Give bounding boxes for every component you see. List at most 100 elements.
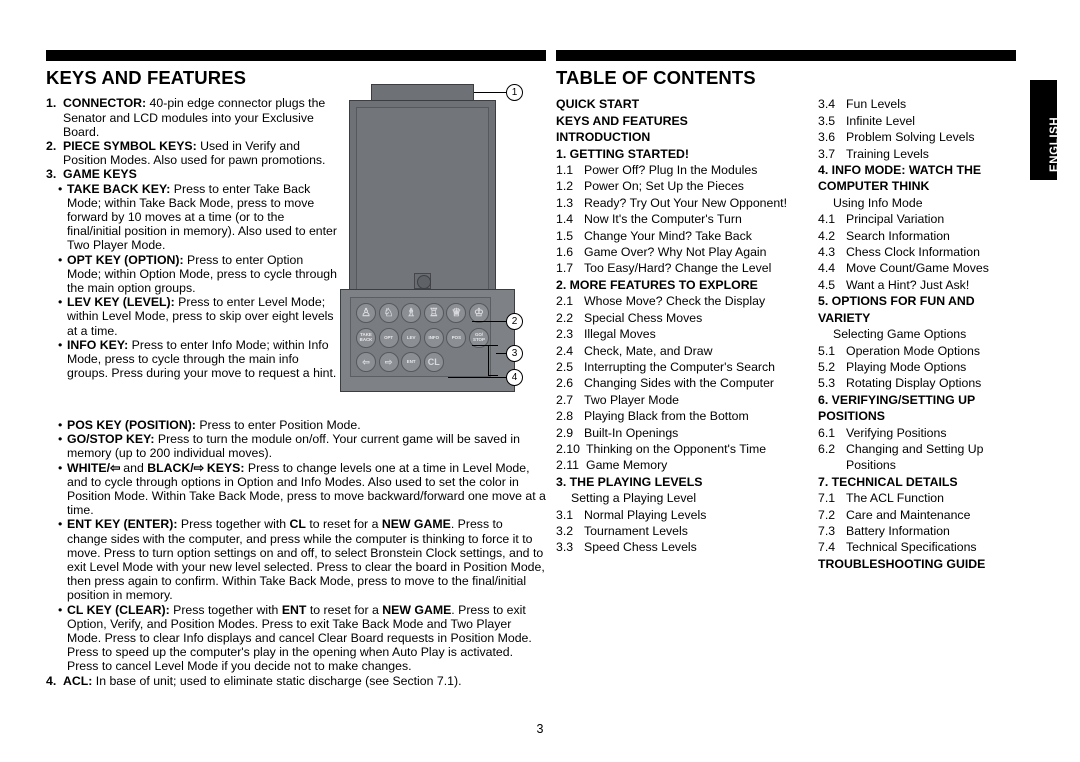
toc-subheading[interactable]: Using Info Mode bbox=[818, 195, 1018, 211]
toc-entry[interactable]: 2.8 Playing Black from the Bottom bbox=[556, 408, 814, 424]
toc-entry-title: Too Easy/Hard? Change the Level bbox=[584, 261, 772, 276]
toc-entry[interactable]: 7.3 Battery Information bbox=[818, 523, 1018, 539]
toc-entry[interactable]: 3.3 Speed Chess Levels bbox=[556, 539, 814, 555]
keys-and-features-body: 1. CONNECTOR: 40-pin edge connector plugs… bbox=[46, 96, 338, 380]
toc-entry-title: Special Chess Moves bbox=[584, 310, 703, 325]
toc-entry-title: Rotating Display Options bbox=[846, 376, 982, 391]
toc-heading[interactable]: 2. MORE FEATURES TO EXPLORE bbox=[556, 277, 814, 293]
toc-entry[interactable]: 3.6 Problem Solving Levels bbox=[818, 129, 1018, 145]
toc-entry-number: 5.2 bbox=[818, 359, 836, 374]
bullet-item: • INFO KEY: Press to enter Info Mode; wit… bbox=[46, 338, 338, 381]
toc-entry[interactable]: 4.2 Search Information bbox=[818, 228, 1018, 244]
toc-heading[interactable]: 6. VERIFYING/SETTING UP POSITIONS bbox=[818, 392, 1018, 425]
toc-entry-title: Problem Solving Levels bbox=[846, 130, 975, 145]
toc-subheading[interactable]: Setting a Playing Level bbox=[556, 490, 814, 506]
toc-entry-number: 3.4 bbox=[818, 97, 836, 112]
toc-entry-title: Interrupting the Computer's Search bbox=[584, 359, 775, 374]
toc-heading[interactable]: 4. INFO MODE: WATCH THE COMPUTER THINK bbox=[818, 162, 1018, 195]
toc-heading[interactable]: 1. GETTING STARTED! bbox=[556, 146, 814, 162]
toc-entry[interactable]: 2.11 Game Memory bbox=[556, 457, 814, 473]
toc-entry[interactable]: 2.3 Illegal Moves bbox=[556, 326, 814, 342]
piece-key-2[interactable]: ♗ bbox=[401, 303, 422, 323]
toc-entry[interactable]: 6.2 Changing and Setting Up Positions bbox=[818, 441, 1018, 474]
toc-entry[interactable]: 5.2 Playing Mode Options bbox=[818, 359, 1018, 375]
game-key-0[interactable]: TAKE BACK bbox=[356, 328, 376, 348]
toc-heading[interactable]: 3. THE PLAYING LEVELS bbox=[556, 474, 814, 490]
toc-entry-number: 2.9 bbox=[556, 425, 574, 440]
left-header-rule bbox=[46, 50, 546, 61]
toc-entry-number: 3.5 bbox=[818, 113, 836, 128]
toc-entry[interactable]: 1.6 Game Over? Why Not Play Again bbox=[556, 244, 814, 260]
item-marker: 3. bbox=[46, 167, 57, 182]
toc-entry[interactable]: 3.1 Normal Playing Levels bbox=[556, 507, 814, 523]
toc-entry-number: 4.1 bbox=[818, 212, 836, 227]
toc-entry[interactable]: 7.2 Care and Maintenance bbox=[818, 507, 1018, 523]
piece-key-1[interactable]: ♘ bbox=[378, 303, 399, 323]
toc-entry-title: Tournament Levels bbox=[584, 523, 688, 538]
game-key-2[interactable]: LEV bbox=[401, 328, 422, 348]
toc-entry-title: Illegal Moves bbox=[584, 327, 656, 342]
toc-entry-number: 7.1 bbox=[818, 491, 836, 506]
toc-entry[interactable]: 3.4 Fun Levels bbox=[818, 96, 1018, 112]
toc-entry[interactable]: 4.5 Want a Hint? Just Ask! bbox=[818, 277, 1018, 293]
toc-heading[interactable]: INTRODUCTION bbox=[556, 129, 814, 145]
toc-entry[interactable]: 7.4 Technical Specifications bbox=[818, 539, 1018, 555]
piece-key-4[interactable]: ♕ bbox=[446, 303, 467, 323]
toc-entry-title: Game Memory bbox=[586, 458, 668, 473]
piece-key-5[interactable]: ♔ bbox=[468, 303, 489, 323]
control-key-0[interactable]: ⇦ bbox=[356, 352, 376, 372]
item-text: CONNECTOR: 40-pin edge connector plugs t… bbox=[63, 96, 326, 139]
toc-entry-title: Battery Information bbox=[846, 523, 950, 538]
toc-entry[interactable]: 1.1 Power Off? Plug In the Modules bbox=[556, 162, 814, 178]
toc-entry[interactable]: 2.1 Whose Move? Check the Display bbox=[556, 293, 814, 309]
item-text: PIECE SYMBOL KEYS: Used in Verify and Po… bbox=[63, 139, 326, 168]
toc-entry[interactable]: 5.3 Rotating Display Options bbox=[818, 375, 1018, 391]
toc-heading[interactable]: 7. TECHNICAL DETAILS bbox=[818, 474, 1018, 490]
callout-2-number: 2 bbox=[506, 313, 523, 330]
control-key-3[interactable]: CL bbox=[423, 352, 444, 372]
toc-entry-title: Game Over? Why Not Play Again bbox=[584, 245, 767, 260]
toc-heading[interactable]: TROUBLESHOOTING GUIDE bbox=[818, 556, 1018, 572]
numbered-item: 3. GAME KEYS bbox=[46, 167, 338, 181]
toc-entry[interactable]: 2.2 Special Chess Moves bbox=[556, 310, 814, 326]
item-text: ACL: In base of unit; used to eliminate … bbox=[63, 673, 462, 688]
toc-entry-number: 1.3 bbox=[556, 195, 574, 210]
toc-heading[interactable]: 5. OPTIONS FOR FUN AND VARIETY bbox=[818, 293, 1018, 326]
toc-entry[interactable]: 2.4 Check, Mate, and Draw bbox=[556, 343, 814, 359]
toc-entry[interactable]: 4.1 Principal Variation bbox=[818, 211, 1018, 227]
toc-entry[interactable]: 1.3 Ready? Try Out Your New Opponent! bbox=[556, 195, 814, 211]
toc-entry[interactable]: 1.2 Power On; Set Up the Pieces bbox=[556, 178, 814, 194]
game-key-1[interactable]: OPT bbox=[378, 328, 399, 348]
toc-entry[interactable]: 3.2 Tournament Levels bbox=[556, 523, 814, 539]
toc-entry[interactable]: 2.9 Built-In Openings bbox=[556, 425, 814, 441]
piece-key-0[interactable]: ♙ bbox=[356, 303, 376, 323]
game-key-3[interactable]: INFO bbox=[423, 328, 444, 348]
toc-entry[interactable]: 2.6 Changing Sides with the Computer bbox=[556, 375, 814, 391]
toc-entry-number: 2.5 bbox=[556, 359, 574, 374]
toc-entry[interactable]: 1.5 Change Your Mind? Take Back bbox=[556, 228, 814, 244]
toc-entry-title: Speed Chess Levels bbox=[584, 540, 697, 555]
toc-entry[interactable]: 6.1 Verifying Positions bbox=[818, 425, 1018, 441]
toc-entry[interactable]: 1.4 Now It's the Computer's Turn bbox=[556, 211, 814, 227]
toc-entry-number: 3.6 bbox=[818, 130, 836, 145]
toc-entry[interactable]: 1.7 Too Easy/Hard? Change the Level bbox=[556, 260, 814, 276]
toc-entry-number: 2.2 bbox=[556, 310, 574, 325]
toc-heading[interactable]: QUICK START bbox=[556, 96, 814, 112]
piece-key-3[interactable]: ♖ bbox=[423, 303, 444, 323]
control-key-1[interactable]: ⇨ bbox=[378, 352, 399, 372]
control-key-2[interactable]: ENT bbox=[401, 352, 422, 372]
toc-heading[interactable]: KEYS AND FEATURES bbox=[556, 113, 814, 129]
toc-entry[interactable]: 5.1 Operation Mode Options bbox=[818, 343, 1018, 359]
game-key-4[interactable]: POS bbox=[446, 328, 467, 348]
toc-subheading[interactable]: Selecting Game Options bbox=[818, 326, 1018, 342]
toc-entry[interactable]: 2.5 Interrupting the Computer's Search bbox=[556, 359, 814, 375]
toc-entry-number: 7.4 bbox=[818, 540, 836, 555]
toc-entry[interactable]: 7.1 The ACL Function bbox=[818, 490, 1018, 506]
toc-entry[interactable]: 2.7 Two Player Mode bbox=[556, 392, 814, 408]
toc-entry[interactable]: 3.7 Training Levels bbox=[818, 146, 1018, 162]
toc-entry-number: 4.4 bbox=[818, 261, 836, 276]
toc-entry[interactable]: 4.3 Chess Clock Information bbox=[818, 244, 1018, 260]
toc-entry[interactable]: 2.10 Thinking on the Opponent's Time bbox=[556, 441, 814, 457]
toc-entry[interactable]: 3.5 Infinite Level bbox=[818, 113, 1018, 129]
toc-entry[interactable]: 4.4 Move Count/Game Moves bbox=[818, 260, 1018, 276]
